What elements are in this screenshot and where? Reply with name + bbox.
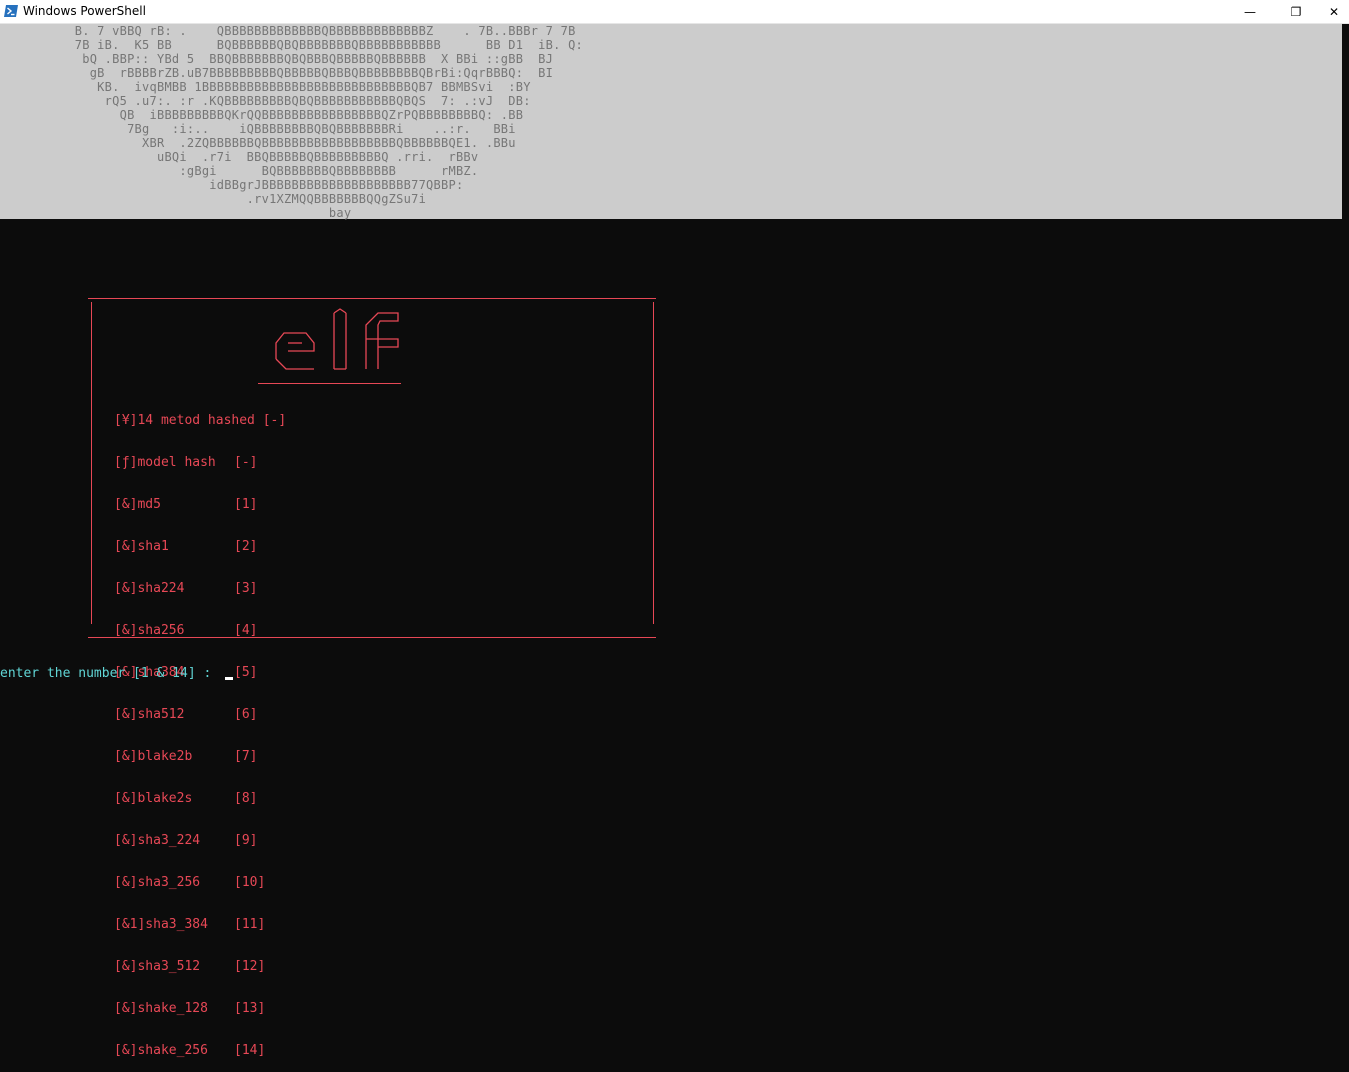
menu-header: [¥]14 metod hashed [-] [114, 413, 287, 428]
menu-item-label: [&]sha256 [114, 623, 185, 638]
menu-item-label: [&]blake2s [114, 791, 193, 806]
menu-item-label: [&]md5 [114, 497, 161, 512]
powershell-icon [4, 5, 18, 17]
list-item: [&]blake2b [7] [114, 750, 286, 764]
menu-subheader-label: [ƒ]model hash [114, 455, 216, 470]
menu-item-code: [8] [234, 791, 258, 806]
menu-item-code: [13] [234, 1001, 266, 1016]
text-cursor [225, 677, 233, 680]
menu-item-code: [5] [234, 665, 258, 680]
scrollbar[interactable] [1342, 24, 1349, 705]
ascii-art-banner: B. 7 vBBQ rB: . QBBBBBBBBBBBBBQBBBBBBBBB… [74, 24, 584, 220]
menu-item-label: [&]sha3_224 [114, 833, 201, 848]
close-button[interactable]: ✕ [1319, 0, 1349, 23]
restore-icon: ❐ [1290, 4, 1302, 19]
menu-subheader: [ƒ]model hash [-] [114, 456, 286, 470]
list-item: [&]md5 [1] [114, 498, 286, 512]
menu-item-code: [2] [234, 539, 258, 554]
menu-item-code: [12] [234, 959, 266, 974]
menu-item-code: [1] [234, 497, 258, 512]
menu-item-code: [10] [234, 875, 266, 890]
menu-item-label: [&]sha3_512 [114, 959, 201, 974]
menu-item-code: [6] [234, 707, 258, 722]
minimize-button[interactable]: — [1227, 0, 1273, 23]
menu-item-label: [&]shake_256 [114, 1043, 208, 1058]
list-item: [&]sha1 [2] [114, 540, 286, 554]
menu-item-label: [&]sha1 [114, 539, 169, 554]
menu-frame-right-border [653, 302, 654, 624]
list-item: [&1]sha3_384 [11] [114, 918, 286, 932]
close-icon: ✕ [1328, 4, 1340, 19]
menu-item-code: [3] [234, 581, 258, 596]
restore-button[interactable]: ❐ [1273, 0, 1319, 23]
menu-item-label: [&]sha224 [114, 581, 185, 596]
list-item: [&]sha256 [4] [114, 624, 286, 638]
list-item: [&]sha224 [3] [114, 582, 286, 596]
menu-item-code: [4] [234, 623, 258, 638]
window-title-bar[interactable]: Windows PowerShell — ❐ ✕ [0, 0, 1349, 24]
list-item: [&]sha3_256 [10] [114, 876, 286, 890]
menu-item-label: [&]shake_128 [114, 1001, 208, 1016]
list-item: [&]sha3_224 [9] [114, 834, 286, 848]
menu-item-code: [11] [234, 917, 266, 932]
window-title: Windows PowerShell [23, 4, 146, 18]
logo-underline [258, 383, 401, 384]
menu-item-label: [&1]sha3_384 [114, 917, 208, 932]
list-item: [&]shake_256 [14] [114, 1044, 286, 1058]
list-item: [&]sha512 [6] [114, 708, 286, 722]
menu-frame-left-border [91, 302, 92, 624]
elf-logo [275, 308, 399, 370]
list-item: [&]sha3_512 [12] [114, 960, 286, 974]
menu-item-label: [&]sha3_256 [114, 875, 201, 890]
input-prompt[interactable]: enter the number [1 & 14] : [0, 666, 219, 681]
menu-item-code: [14] [234, 1043, 266, 1058]
menu-item-label: [&]blake2b [114, 749, 193, 764]
menu-subheader-code: [-] [234, 455, 258, 470]
menu-item-code: [7] [234, 749, 258, 764]
list-item: [&]shake_128 [13] [114, 1002, 286, 1016]
menu-item-code: [9] [234, 833, 258, 848]
hash-menu: [¥]14 metod hashed [-] [ƒ]model hash [-] … [114, 386, 286, 1072]
minimize-icon: — [1244, 4, 1256, 19]
list-item: [&]blake2s [8] [114, 792, 286, 806]
menu-item-label: [&]sha512 [114, 707, 185, 722]
